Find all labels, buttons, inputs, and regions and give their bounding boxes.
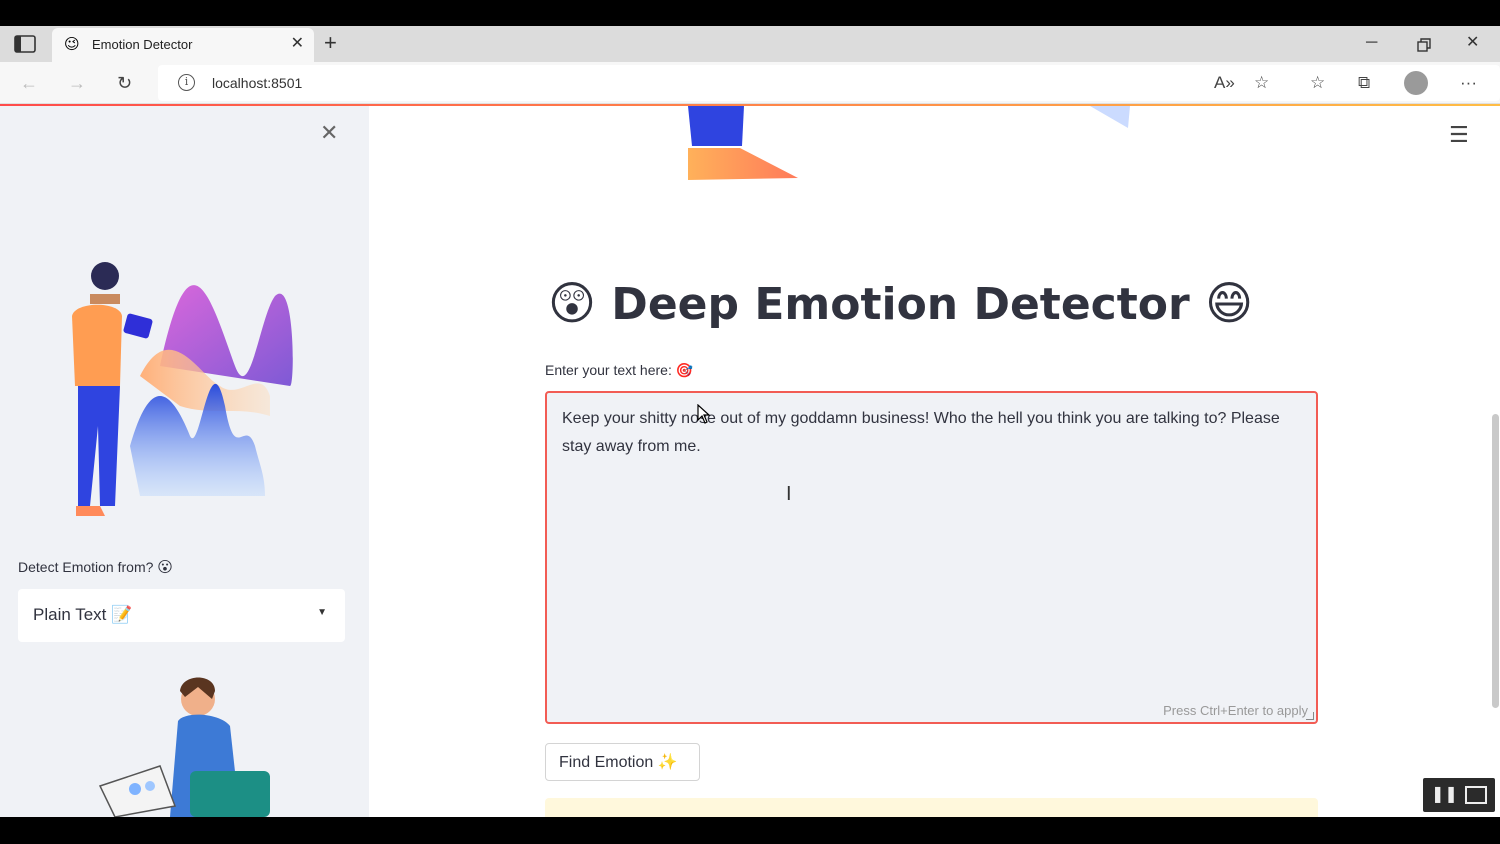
forward-icon[interactable]: → — [68, 72, 86, 94]
address-bar[interactable]: i localhost:8501 A» ☆ ☆ ⧉ ··· — [158, 65, 1500, 101]
video-controls: ❚❚ — [1423, 778, 1495, 812]
mouse-pointer-icon — [697, 404, 711, 424]
tab-actions-icon[interactable] — [14, 35, 36, 53]
browser-toolbar: ← → ↻ i localhost:8501 A» ☆ ☆ ⧉ ··· — [0, 62, 1500, 104]
profile-icon[interactable] — [1404, 71, 1428, 95]
collections-icon[interactable]: ⧉ — [1358, 73, 1370, 93]
browser-window: 😉 Emotion Detector ✕ + ─ ✕ ← → ↻ i local… — [0, 26, 1500, 817]
detect-source-select[interactable]: Plain Text 📝 ▼ — [18, 589, 345, 642]
streamlit-app: ✕ Detect Emotion from? 😮 Plain Text 📝 ▼ … — [0, 106, 1500, 817]
page-title: 😲 Deep Emotion Detector 😄 — [548, 276, 1254, 330]
letterbox-bottom — [0, 817, 1500, 844]
close-icon[interactable]: ✕ — [320, 122, 338, 144]
select-label: Detect Emotion from? 😮 — [18, 559, 173, 576]
tab-strip: 😉 Emotion Detector ✕ + ─ ✕ — [0, 26, 1500, 62]
result-box — [545, 798, 1318, 817]
sidebar: ✕ Detect Emotion from? 😮 Plain Text 📝 ▼ — [0, 106, 369, 817]
text-cursor-icon: I — [786, 483, 792, 505]
sidebar-illustration-waves — [72, 262, 293, 516]
close-window-icon[interactable]: ✕ — [1466, 32, 1479, 54]
restore-icon[interactable] — [1417, 38, 1431, 52]
text-input-value[interactable]: Keep your shitty nose out of my goddamn … — [562, 405, 1307, 461]
resize-handle[interactable] — [1306, 712, 1314, 720]
minimize-icon[interactable]: ─ — [1366, 32, 1377, 54]
refresh-icon[interactable]: ↻ — [117, 72, 132, 94]
pip-icon[interactable] — [1465, 786, 1487, 804]
header-illustration — [688, 106, 1130, 180]
scrollbar[interactable] — [1492, 414, 1499, 708]
more-icon[interactable]: ··· — [1460, 73, 1477, 93]
letterbox-top — [0, 0, 1500, 26]
back-icon[interactable]: ← — [20, 72, 38, 94]
input-hint: Press Ctrl+Enter to apply — [1163, 703, 1308, 718]
favorites-icon[interactable]: ☆ — [1310, 73, 1325, 93]
read-aloud-icon[interactable]: A» — [1214, 73, 1235, 93]
grinning-emoji-icon: 😄 — [1205, 276, 1254, 330]
url-text: localhost:8501 — [212, 75, 303, 91]
astonished-emoji-icon: 😲 — [548, 276, 596, 330]
chevron-down-icon: ▼ — [317, 607, 327, 618]
pause-icon[interactable]: ❚❚ — [1431, 786, 1458, 804]
sidebar-illustration-reader — [98, 677, 270, 817]
text-input-area[interactable]: Keep your shitty nose out of my goddamn … — [545, 391, 1318, 724]
select-value: Plain Text 📝 — [33, 605, 133, 624]
add-favorite-icon[interactable]: ☆ — [1254, 73, 1269, 93]
close-icon[interactable]: ✕ — [291, 35, 304, 53]
plus-icon[interactable]: + — [324, 32, 337, 54]
target-emoji-icon: 🎯 — [675, 362, 694, 378]
tab-favicon: 😉 — [64, 36, 80, 53]
astonished-emoji-icon: 😮 — [157, 559, 173, 576]
hamburger-icon[interactable]: ☰ — [1449, 124, 1469, 146]
find-emotion-button[interactable]: Find Emotion ✨ — [545, 743, 700, 781]
info-icon[interactable]: i — [178, 74, 195, 91]
tab-title: Emotion Detector — [92, 37, 193, 52]
input-label: Enter your text here: 🎯 — [545, 362, 694, 378]
tab-emotion-detector[interactable]: 😉 Emotion Detector ✕ — [52, 28, 314, 62]
